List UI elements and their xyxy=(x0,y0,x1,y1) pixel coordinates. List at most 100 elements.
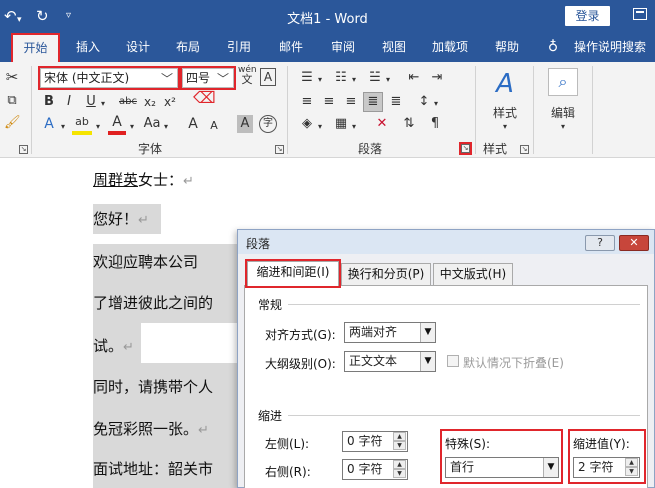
spin-down-icon[interactable]: ▼ xyxy=(625,467,638,476)
text-effects-button[interactable]: A xyxy=(41,115,57,133)
special-indent-select[interactable]: 首行 ▼ xyxy=(445,457,559,478)
tab-layout[interactable]: 布局 xyxy=(170,32,206,62)
borders-icon[interactable]: ▦ xyxy=(332,115,350,133)
justify-icon[interactable]: ≣ xyxy=(363,92,383,112)
bold-button[interactable]: B xyxy=(42,93,56,111)
dialog-title-bar[interactable]: 段落 ? ✕ xyxy=(238,230,654,254)
cut-icon[interactable]: ✂ xyxy=(4,68,20,86)
numbering-icon[interactable]: ☷ xyxy=(332,69,350,87)
chevron-down-icon[interactable]: ▾ xyxy=(162,118,170,136)
document-line-1[interactable]: 周群英女士：↵ xyxy=(93,170,194,192)
styles-icon[interactable]: A xyxy=(490,68,520,100)
chinese-layout-icon[interactable]: ✕ xyxy=(373,115,391,133)
tab-line-page-breaks[interactable]: 换行和分页(P) xyxy=(341,263,431,285)
ribbon: ✂ ⧉ 🖌 ↘ 宋体 (中文正文) ﹀ 四号 ﹀ wén 文 A B I U ▾ … xyxy=(0,62,655,158)
spin-up-icon[interactable]: ▲ xyxy=(393,432,406,441)
spin-up-icon[interactable]: ▲ xyxy=(625,458,638,467)
chevron-down-icon[interactable]: ▾ xyxy=(94,118,102,136)
clear-formatting-icon[interactable]: ⌫ xyxy=(193,89,216,107)
styles-launcher-icon[interactable]: ↘ xyxy=(520,145,529,154)
enclose-characters-button[interactable]: 字 xyxy=(259,115,277,133)
phonetic-guide-icon[interactable]: wén 文 xyxy=(238,65,257,86)
spin-up-icon[interactable]: ▲ xyxy=(393,460,406,469)
chevron-down-icon[interactable]: ▾ xyxy=(384,71,392,89)
strikethrough-button[interactable]: abc xyxy=(117,93,139,111)
line-spacing-icon[interactable]: ↕ xyxy=(415,93,433,111)
increase-indent-icon[interactable]: ⇥ xyxy=(428,69,446,87)
font-color-button[interactable]: A xyxy=(108,113,126,135)
shading-icon[interactable]: ◈ xyxy=(298,115,316,133)
chevron-down-icon[interactable]: ▾ xyxy=(99,95,107,113)
tab-mailings[interactable]: 邮件 xyxy=(273,32,309,62)
character-shading-button[interactable]: A xyxy=(237,115,253,133)
show-marks-icon[interactable]: ¶ xyxy=(426,115,444,133)
multilevel-list-icon[interactable]: ☱ xyxy=(366,69,384,87)
change-case-button[interactable]: Aa xyxy=(142,115,162,133)
font-size-combo[interactable]: 四号 ﹀ xyxy=(180,66,236,90)
decrease-indent-icon[interactable]: ⇤ xyxy=(405,69,423,87)
italic-button[interactable]: I xyxy=(62,93,76,111)
help-button[interactable]: ? xyxy=(585,235,615,251)
grow-font-button[interactable]: A xyxy=(185,115,201,133)
outline-level-select[interactable]: 正文文本 ▼ xyxy=(344,351,436,372)
alignment-select[interactable]: 两端对齐 ▼ xyxy=(344,322,436,343)
chevron-down-icon[interactable]: ▾ xyxy=(432,95,440,113)
align-center-icon[interactable]: ≡ xyxy=(320,93,338,111)
bullets-icon[interactable]: ☰ xyxy=(298,69,316,87)
format-painter-icon[interactable]: 🖌 xyxy=(4,114,21,132)
document-line-4[interactable]: 了增进彼此之间的 xyxy=(93,293,214,313)
document-line-7[interactable]: 免冠彩照一张。↵ xyxy=(93,419,209,441)
tab-home[interactable]: 开始 xyxy=(11,33,60,64)
document-line-2[interactable]: 您好！↵ xyxy=(93,209,149,231)
tab-references[interactable]: 引用 xyxy=(221,32,257,62)
special-indent-value: 首行 xyxy=(450,460,475,474)
tab-addins[interactable]: 加载项 xyxy=(427,32,473,62)
close-button[interactable]: ✕ xyxy=(619,235,649,251)
shrink-font-button[interactable]: A xyxy=(207,117,221,135)
paragraph-launcher-icon[interactable]: ↘ xyxy=(459,142,472,155)
chevron-down-icon[interactable]: ▾ xyxy=(59,118,67,136)
font-name-combo[interactable]: 宋体 (中文正文) ﹀ xyxy=(38,66,180,90)
chevron-down-icon[interactable]: ▾ xyxy=(316,118,324,136)
underline-button[interactable]: U xyxy=(84,93,98,111)
chevron-down-icon[interactable]: ▾ xyxy=(500,118,510,136)
chevron-down-icon[interactable]: ▾ xyxy=(128,118,136,136)
superscript-button[interactable]: x² xyxy=(162,93,178,111)
align-right-icon[interactable]: ≡ xyxy=(342,93,360,111)
restore-window-icon[interactable] xyxy=(633,8,647,20)
tab-review[interactable]: 审阅 xyxy=(325,32,361,62)
indent-by-spinner[interactable]: 2 字符 ▲ ▼ xyxy=(573,457,640,478)
tab-indents-spacing[interactable]: 缩进和间距(I) xyxy=(245,259,341,288)
document-line-3[interactable]: 欢迎应聘本公司 xyxy=(93,252,199,272)
distributed-icon[interactable]: ≣ xyxy=(387,93,405,111)
document-line-5[interactable]: 试。↵ xyxy=(93,336,134,358)
chevron-down-icon[interactable]: ▾ xyxy=(350,71,358,89)
subscript-button[interactable]: x₂ xyxy=(142,93,158,111)
tell-me-search[interactable]: 操作说明搜索 xyxy=(568,32,652,62)
document-line-6[interactable]: 同时，请携带个人 xyxy=(93,377,214,397)
chevron-down-icon[interactable]: ▾ xyxy=(350,118,358,136)
group-separator xyxy=(287,66,288,154)
chevron-down-icon[interactable]: ▾ xyxy=(558,118,568,136)
right-indent-spinner[interactable]: 0 字符 ▲ ▼ xyxy=(342,459,408,480)
tab-design[interactable]: 设计 xyxy=(120,32,156,62)
tab-help[interactable]: 帮助 xyxy=(489,32,525,62)
font-launcher-icon[interactable]: ↘ xyxy=(275,145,284,154)
collapse-checkbox[interactable] xyxy=(447,355,459,367)
left-indent-spinner[interactable]: 0 字符 ▲ ▼ xyxy=(342,431,408,452)
copy-icon[interactable]: ⧉ xyxy=(4,92,20,110)
login-button[interactable]: 登录 xyxy=(565,6,610,26)
character-border-icon[interactable]: A xyxy=(260,68,276,86)
align-left-icon[interactable]: ≡ xyxy=(298,93,316,111)
tab-asian-typography[interactable]: 中文版式(H) xyxy=(433,263,513,285)
sort-icon[interactable]: ⇅ xyxy=(400,115,418,133)
clipboard-launcher-icon[interactable]: ↘ xyxy=(19,145,28,154)
spin-down-icon[interactable]: ▼ xyxy=(393,469,406,478)
document-line-8[interactable]: 面试地址：韶关市 xyxy=(93,459,214,479)
tab-insert[interactable]: 插入 xyxy=(70,32,106,62)
chevron-down-icon[interactable]: ▾ xyxy=(316,71,324,89)
spin-down-icon[interactable]: ▼ xyxy=(393,441,406,450)
search-icon[interactable]: ⌕ xyxy=(548,68,578,96)
tab-view[interactable]: 视图 xyxy=(376,32,412,62)
highlight-button[interactable]: ab xyxy=(72,113,92,135)
